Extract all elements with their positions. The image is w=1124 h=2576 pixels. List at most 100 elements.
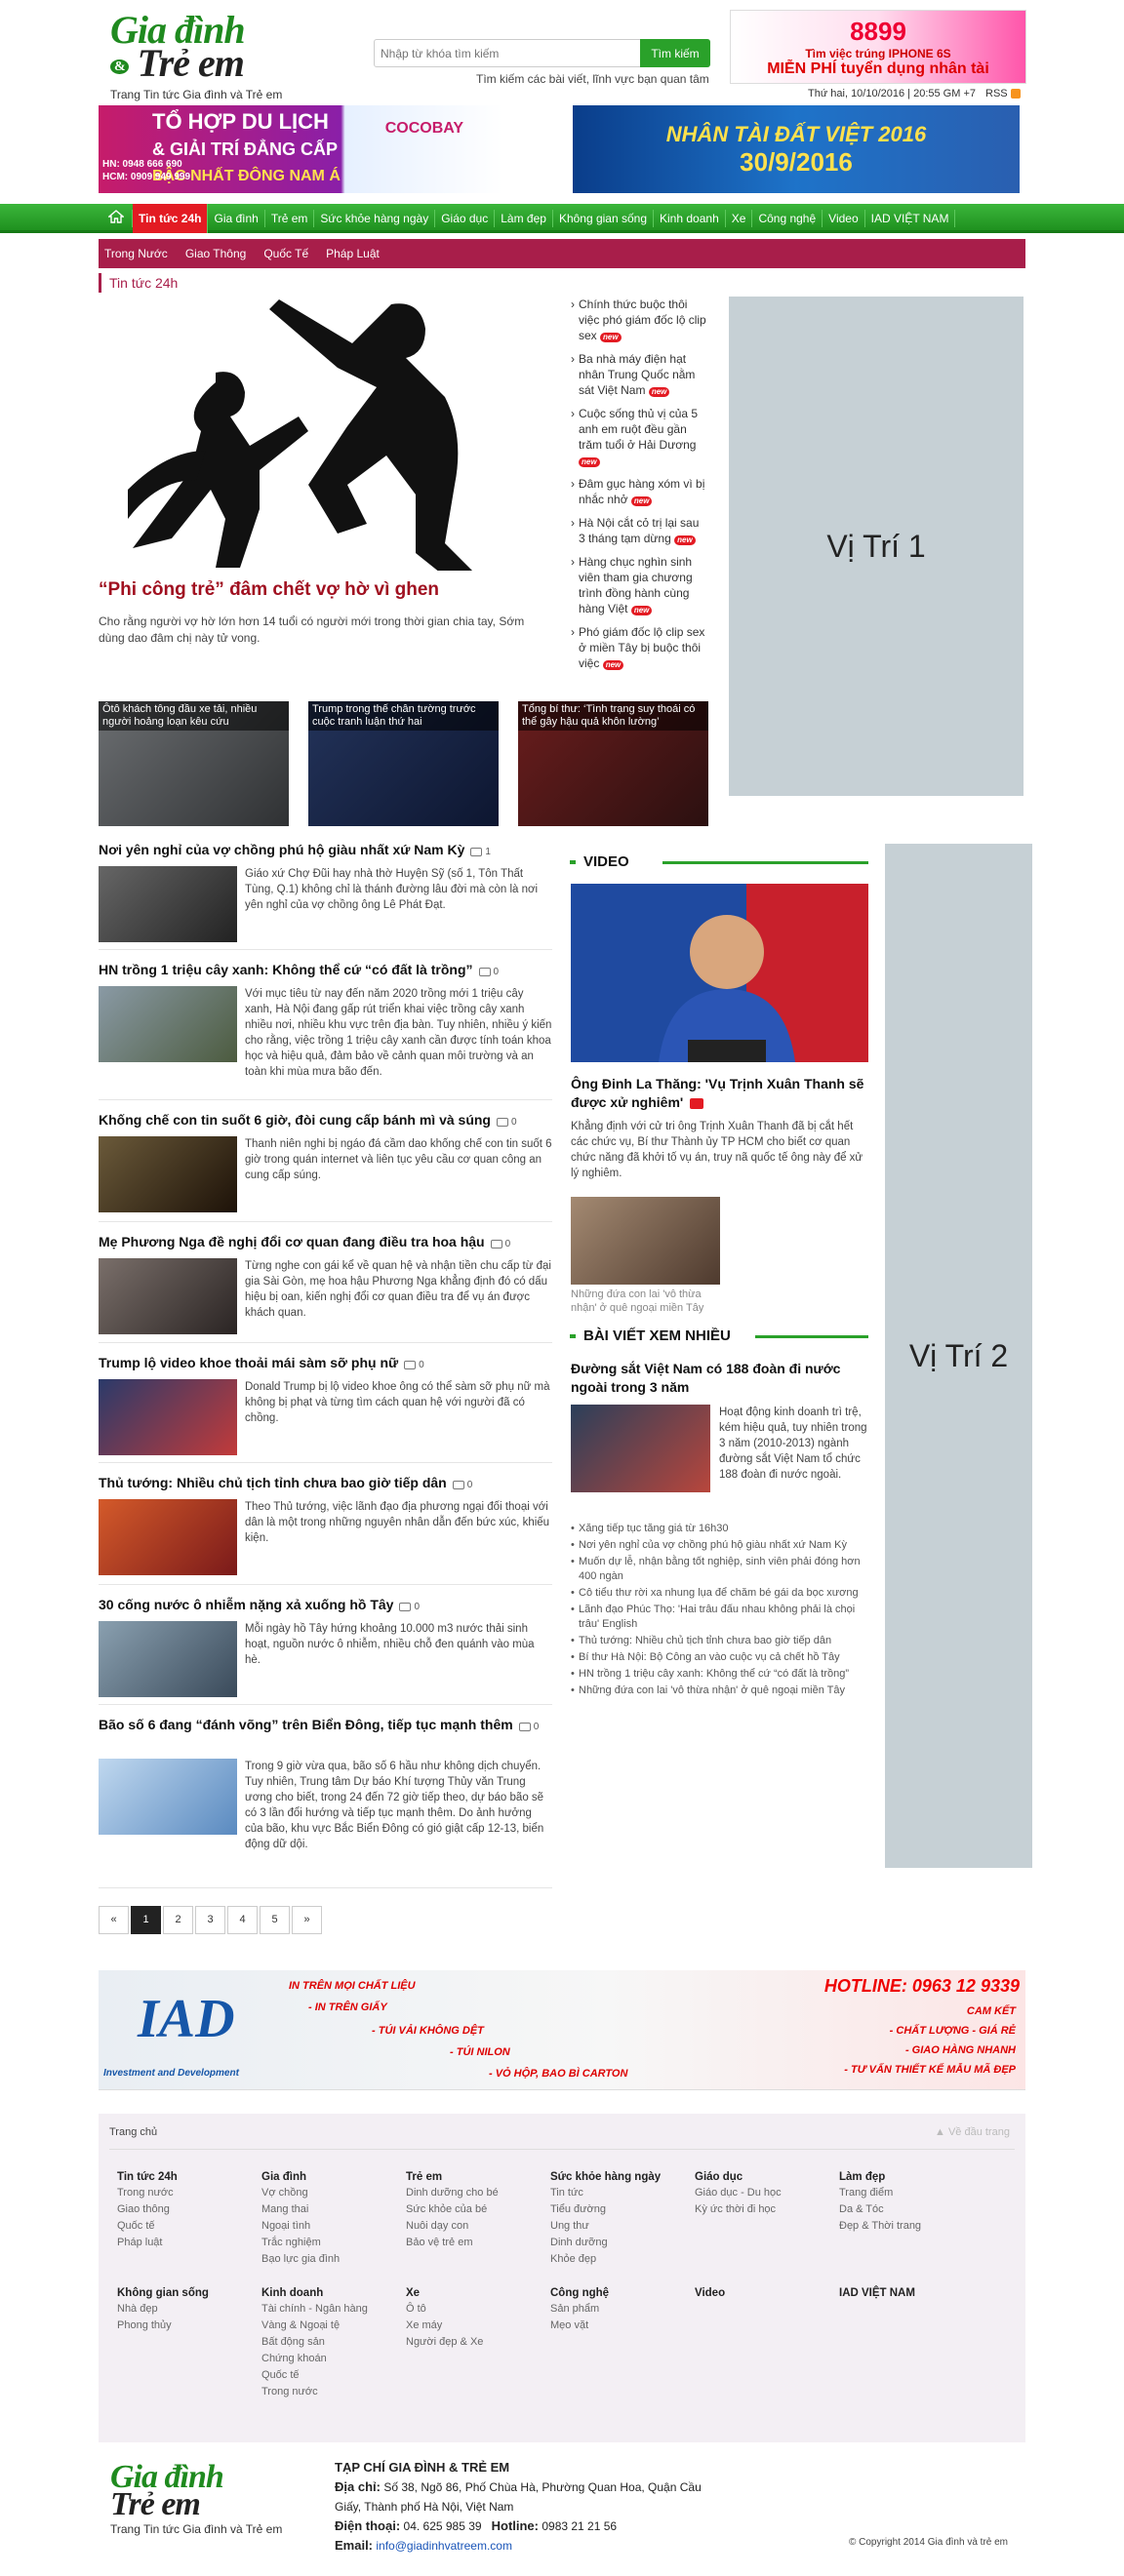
footer-home-link[interactable]: Trang chủ	[109, 2126, 157, 2138]
footer-link[interactable]: Bất động sản	[261, 2334, 406, 2351]
subnav-item[interactable]: Quốc Tế	[263, 247, 308, 260]
search-button[interactable]: Tìm kiếm	[640, 39, 710, 67]
most-read-item[interactable]: Cô tiểu thư rời xa nhung lụa để chăm bé …	[571, 1586, 868, 1601]
most-read-item[interactable]: Thủ tướng: Nhiều chủ tịch tỉnh chưa bao …	[571, 1634, 868, 1648]
article-title[interactable]: Trump lộ video khoe thoải mái sàm sỡ phụ…	[99, 1354, 552, 1374]
most-read-item[interactable]: Bí thư Hà Nội: Bộ Công an vào cuộc vụ cả…	[571, 1650, 868, 1665]
comment-count[interactable]: 0	[452, 1477, 472, 1494]
comment-count[interactable]: 0	[496, 1114, 517, 1131]
footer-link[interactable]: Vợ chồng	[261, 2185, 406, 2201]
article-title[interactable]: Khống chế con tin suốt 6 giờ, đòi cung c…	[99, 1111, 552, 1131]
article-thumbnail[interactable]	[99, 1621, 237, 1697]
footer-link[interactable]: Ung thư	[550, 2218, 695, 2235]
most-read-item[interactable]: HN trồng 1 triệu cây xanh: Không thể cứ …	[571, 1667, 868, 1682]
footer-link[interactable]: Giao thông	[117, 2201, 261, 2218]
footer-link[interactable]: Bạo lực gia đình	[261, 2251, 406, 2268]
page-link[interactable]: 3	[195, 1906, 225, 1934]
footer-link[interactable]: Giáo dục - Du học	[695, 2185, 839, 2201]
comment-count[interactable]: 0	[518, 1719, 539, 1736]
search-input[interactable]	[375, 40, 633, 66]
nav-item[interactable]: Kinh doanh	[654, 210, 726, 227]
footer-link[interactable]: Pháp luật	[117, 2235, 261, 2251]
article-title[interactable]: HN trồng 1 triệu cây xanh: Không thể cứ …	[99, 961, 552, 981]
footer-link[interactable]: Dinh dưỡng cho bé	[406, 2185, 550, 2201]
hot-news-item[interactable]: Cuộc sống thủ vị của 5 anh em ruột đều g…	[571, 406, 707, 468]
footer-link[interactable]: Tiểu đường	[550, 2201, 695, 2218]
footer-link[interactable]: Mẹo vặt	[550, 2318, 695, 2334]
video-thumb-2[interactable]	[571, 1197, 720, 1285]
ad-banner-cocobay[interactable]: TỔ HỢP DU LỊCH & GIẢI TRÍ ĐẲNG CẤP BẬC N…	[99, 105, 502, 193]
page-link[interactable]: 2	[163, 1906, 193, 1934]
site-logo[interactable]: Gia đình & Trẻ em Trang Tin tức Gia đình…	[110, 11, 320, 101]
footer-column-title[interactable]: Tin tức 24h	[117, 2171, 261, 2183]
ad-banner-top[interactable]: 8899 Tìm việc trúng IPHONE 6S MIỄN PHÍ t…	[730, 10, 1026, 84]
nav-item[interactable]: Gia đình	[208, 210, 265, 227]
hot-news-item[interactable]: Đâm gục hàng xóm vì bị nhắc nhở new	[571, 476, 707, 507]
footer-link[interactable]: Trang điểm	[839, 2185, 984, 2201]
article-thumbnail[interactable]	[99, 1499, 237, 1575]
nav-item[interactable]: Xe	[726, 210, 753, 227]
rss-link[interactable]: RSS	[985, 88, 1021, 99]
nav-item[interactable]: Sức khỏe hàng ngày	[314, 210, 436, 227]
video-thumb-caption[interactable]: Những đứa con lai 'vô thừa nhận' ở quê n…	[571, 1288, 727, 1315]
footer-column-title[interactable]: Sức khỏe hàng ngày	[550, 2171, 695, 2183]
back-to-top[interactable]: ▲ Về đầu trang	[935, 2126, 1010, 2138]
footer-link[interactable]: Xe máy	[406, 2318, 550, 2334]
thumb-news-1[interactable]: Ôtô khách tông đầu xe tải, nhiều người h…	[99, 701, 289, 826]
nav-item[interactable]: Video	[823, 210, 865, 227]
nav-item[interactable]: Trẻ em	[265, 210, 315, 227]
hot-news-item[interactable]: Hà Nội cắt cỏ trị lại sau 3 tháng tạm dừ…	[571, 515, 707, 546]
article-title[interactable]: Mẹ Phương Nga đề nghị đổi cơ quan đang đ…	[99, 1233, 552, 1253]
page-link[interactable]: «	[99, 1906, 129, 1934]
footer-link[interactable]: Nuôi dạy con	[406, 2218, 550, 2235]
footer-column-title[interactable]: Gia đình	[261, 2171, 406, 2183]
article-thumbnail[interactable]	[99, 1379, 237, 1455]
footer-link[interactable]: Trong nước	[117, 2185, 261, 2201]
thumb-news-2[interactable]: Trump trong thế chân tường trước cuộc tr…	[308, 701, 499, 826]
footer-column-title[interactable]: Giáo dục	[695, 2171, 839, 2183]
footer-link[interactable]: Trong nước	[261, 2384, 406, 2400]
footer-column-title[interactable]: Video	[695, 2287, 839, 2299]
footer-column-title[interactable]: Làm đẹp	[839, 2171, 984, 2183]
most-read-image[interactable]	[571, 1405, 710, 1492]
article-title[interactable]: 30 cống nước ô nhiễm nặng xả xuống hồ Tâ…	[99, 1596, 552, 1616]
footer-link[interactable]: Sức khỏe của bé	[406, 2201, 550, 2218]
footer-link[interactable]: Quốc tế	[261, 2367, 406, 2384]
nav-item[interactable]: Không gian sống	[553, 210, 655, 227]
ad-slot-2[interactable]: Vị Trí 2	[885, 844, 1032, 1868]
footer-link[interactable]: Mang thai	[261, 2201, 406, 2218]
article-thumbnail[interactable]	[99, 1759, 237, 1835]
subnav-item[interactable]: Giao Thông	[185, 247, 247, 260]
footer-link[interactable]: Người đẹp & Xe	[406, 2334, 550, 2351]
hero-image[interactable]	[99, 295, 547, 592]
page-link[interactable]: 4	[227, 1906, 258, 1934]
ad-slot-1[interactable]: Vị Trí 1	[729, 297, 1024, 796]
footer-link[interactable]: Da & Tóc	[839, 2201, 984, 2218]
footer-column-title[interactable]: Xe	[406, 2287, 550, 2299]
comment-count[interactable]: 0	[478, 964, 499, 981]
article-title[interactable]: Nơi yên nghỉ của vợ chồng phú hộ giàu nh…	[99, 841, 552, 861]
ad-banner-nhantaidatviet[interactable]: NHÂN TÀI ĐẤT VIỆT 2016 30/9/2016	[573, 105, 1020, 193]
hot-news-item[interactable]: Hàng chục nghìn sinh viên tham gia chươn…	[571, 554, 707, 616]
article-thumbnail[interactable]	[99, 866, 237, 942]
footer-column-title[interactable]: Không gian sống	[117, 2287, 261, 2299]
article-thumbnail[interactable]	[99, 986, 237, 1062]
ad-banner-iad[interactable]: IAD Investment and Development IN TRÊN M…	[99, 1970, 1025, 2090]
nav-item[interactable]: Làm đẹp	[495, 210, 553, 227]
footer-link[interactable]: Đẹp & Thời trang	[839, 2218, 984, 2235]
article-title[interactable]: Thủ tướng: Nhiều chủ tịch tỉnh chưa bao …	[99, 1474, 552, 1494]
thumb-news-3[interactable]: Tổng bí thư: ‘Tình trạng suy thoái có th…	[518, 701, 708, 826]
most-read-item[interactable]: Muốn dự lễ, nhận bằng tốt nghiệp, sinh v…	[571, 1555, 868, 1584]
most-read-item[interactable]: Xăng tiếp tục tăng giá từ 16h30	[571, 1522, 868, 1536]
most-read-item[interactable]: Lãnh đạo Phúc Thọ: 'Hai trâu đấu nhau kh…	[571, 1603, 868, 1632]
hot-news-item[interactable]: Phó giám đốc lộ clip sex ở miền Tây bị b…	[571, 624, 707, 671]
video-title[interactable]: Ông Đinh La Thăng: 'Vụ Trịnh Xuân Thanh …	[571, 1075, 868, 1112]
most-read-title[interactable]: Đường sắt Việt Nam có 188 đoàn đi nước n…	[571, 1360, 868, 1397]
footer-link[interactable]: Kỳ ức thời đi học	[695, 2201, 839, 2218]
home-icon[interactable]	[100, 210, 133, 227]
footer-logo[interactable]: Gia đình Trẻ em Trang Tin tức Gia đình và…	[110, 2461, 305, 2537]
footer-link[interactable]: Ngoại tình	[261, 2218, 406, 2235]
footer-link[interactable]: Nhà đẹp	[117, 2301, 261, 2318]
footer-link[interactable]: Ô tô	[406, 2301, 550, 2318]
footer-link[interactable]: Chứng khoán	[261, 2351, 406, 2367]
